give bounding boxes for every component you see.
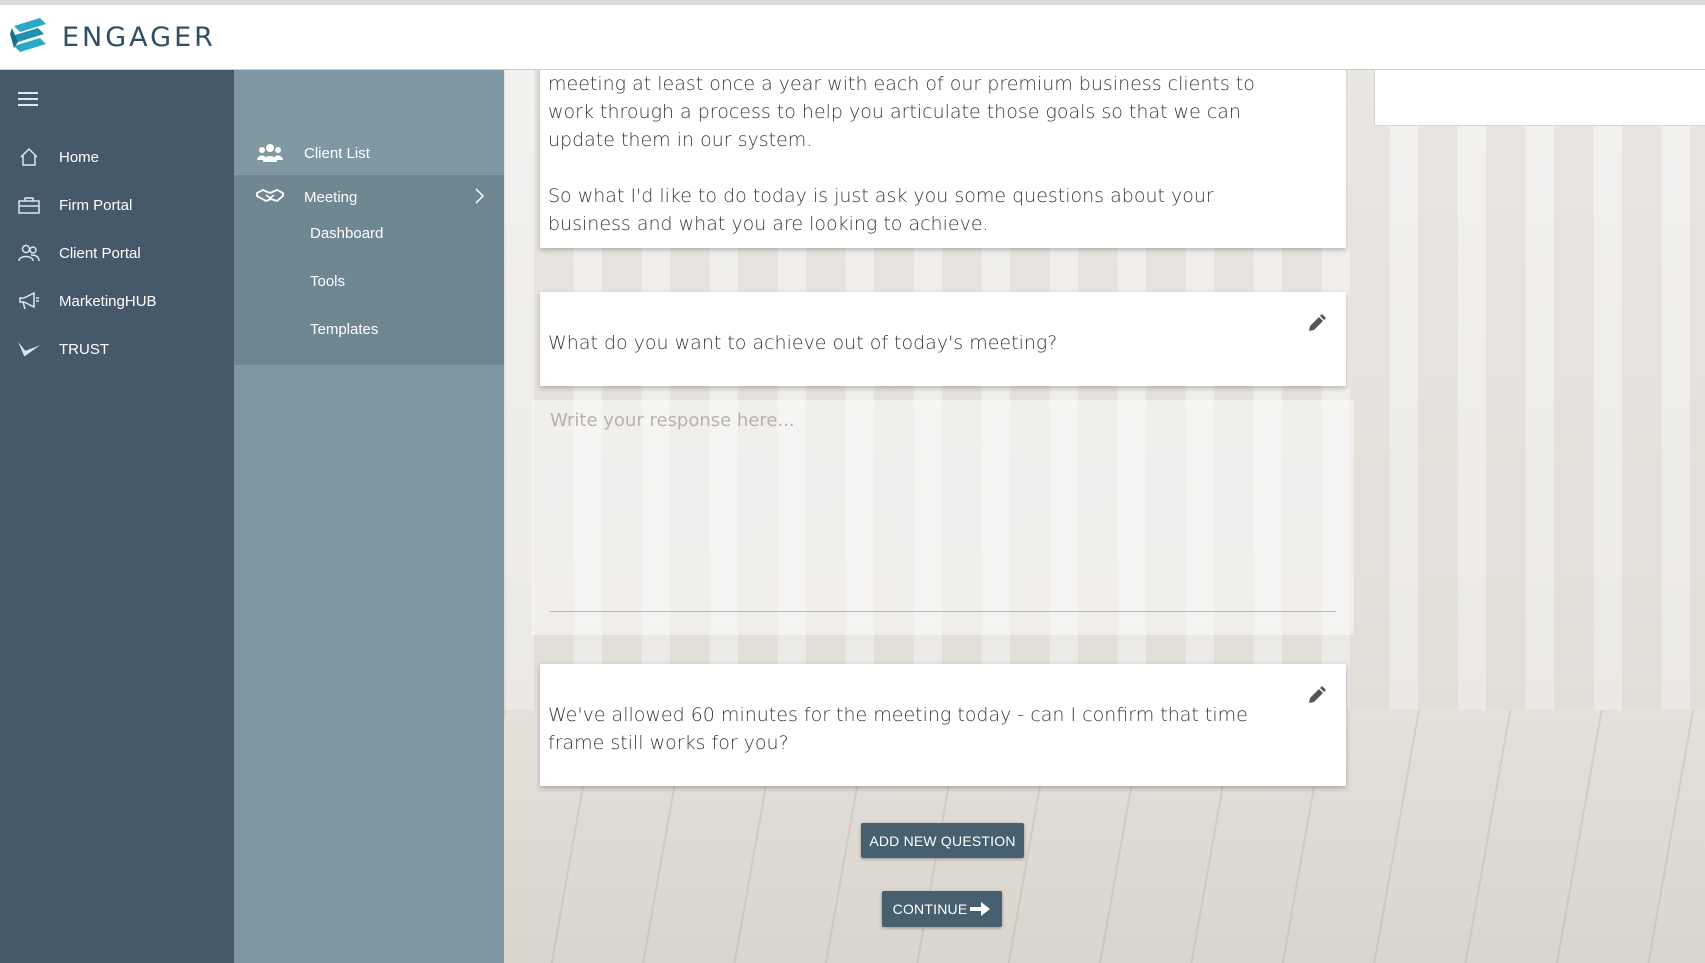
secondary-sidebar: Client List Meeting Dashboard Tools Temp…: [234, 70, 504, 963]
briefcase-icon: [17, 193, 41, 217]
meeting-submenu: Meeting Dashboard Tools Templates: [234, 175, 504, 365]
primary-sidebar: Home Firm Portal Client Portal Marketing…: [0, 70, 234, 963]
continue-button[interactable]: CONTINUE: [882, 891, 1002, 927]
trust-check-icon: [17, 337, 41, 361]
subnav-client-list[interactable]: Client List: [234, 131, 504, 175]
subnav-meeting-label: Meeting: [304, 188, 358, 206]
megaphone-icon: [17, 289, 41, 313]
subnav-client-list-label: Client List: [304, 144, 370, 162]
question-text: What do you want to achieve out of today…: [548, 332, 1058, 354]
question-card-2: We've allowed 60 minutes for the meeting…: [540, 664, 1346, 786]
sidebar-item-label: Client Portal: [59, 244, 141, 262]
subnav-tools[interactable]: Tools: [310, 273, 345, 290]
subnav-templates[interactable]: Templates: [310, 321, 378, 338]
add-new-question-label: ADD NEW QUESTION: [869, 832, 1016, 849]
edit-pencil-icon[interactable]: [1306, 686, 1326, 710]
sidebar-item-label: Home: [59, 148, 100, 166]
meeting-workspace: meeting at least once a year with each o…: [504, 70, 1705, 963]
sidebar-item-label: MarketingHUB: [59, 292, 157, 310]
response-area: [532, 400, 1354, 635]
brand-name: ENGAGER: [62, 21, 216, 53]
users-icon: [17, 241, 41, 265]
engager-logo-icon: [10, 18, 46, 52]
continue-label: CONTINUE: [892, 901, 968, 917]
arrow-right-icon: [969, 899, 991, 919]
sidebar-item-home[interactable]: Home: [0, 137, 234, 177]
add-new-question-button[interactable]: ADD NEW QUESTION: [861, 823, 1024, 858]
side-panel: [1374, 70, 1705, 126]
sidebar-item-firm-portal[interactable]: Firm Portal: [0, 185, 234, 225]
sidebar-item-label: Firm Portal: [59, 196, 133, 214]
users-group-icon: [256, 141, 284, 165]
question-text: We've allowed 60 minutes for the meeting…: [548, 704, 1248, 754]
subnav-dashboard[interactable]: Dashboard: [310, 225, 383, 242]
subnav-meeting[interactable]: Meeting: [234, 175, 504, 219]
sidebar-item-marketinghub[interactable]: MarketingHUB: [0, 281, 234, 321]
intro-card: meeting at least once a year with each o…: [540, 70, 1346, 248]
sidebar-item-client-portal[interactable]: Client Portal: [0, 233, 234, 273]
top-header: ENGAGER: [0, 0, 1705, 70]
response-textarea[interactable]: [550, 400, 1336, 612]
edit-pencil-icon[interactable]: [1306, 314, 1326, 338]
chevron-right-icon: [474, 188, 485, 208]
engager-logo[interactable]: ENGAGER: [10, 18, 216, 56]
intro-text-2: So what I'd like to do today is just ask…: [548, 185, 1214, 235]
intro-text: meeting at least once a year with each o…: [548, 73, 1255, 151]
sidebar-item-label: TRUST: [59, 340, 109, 358]
sidebar-item-trust[interactable]: TRUST: [0, 329, 234, 369]
home-icon: [17, 145, 41, 169]
handshake-icon: [256, 185, 284, 209]
question-card-1: What do you want to achieve out of today…: [540, 292, 1346, 386]
hamburger-icon[interactable]: [18, 92, 38, 110]
